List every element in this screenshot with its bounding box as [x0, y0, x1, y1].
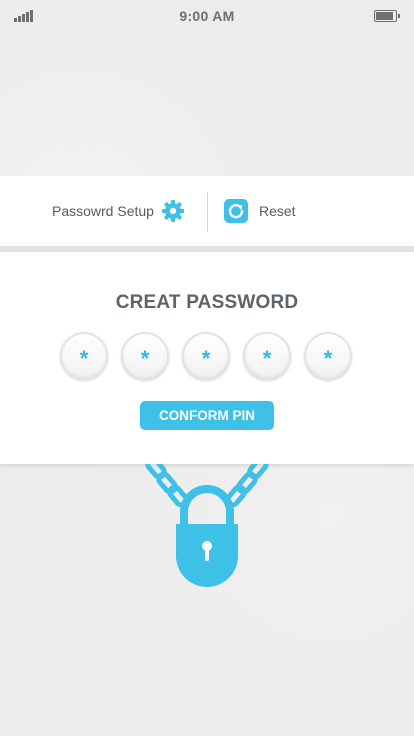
gear-icon [161, 199, 185, 223]
pin-digit-3[interactable]: * [182, 332, 230, 380]
battery-icon [374, 10, 400, 22]
pin-digit-4[interactable]: * [243, 332, 291, 380]
app-screen: 9:00 AM Passowrd Setup Reset CREAT PASSW… [0, 0, 414, 736]
status-time: 9:00 AM [179, 8, 235, 24]
setup-toolbar: Passowrd Setup Reset [0, 176, 414, 246]
pin-digit-mask: * [201, 346, 211, 371]
reset-button[interactable]: Reset [224, 199, 296, 223]
pin-digit-mask: * [323, 346, 333, 371]
create-password-card: CREAT PASSWORD * * * * * CONFORM PIN [0, 252, 414, 464]
reset-label: Reset [259, 203, 296, 219]
status-bar: 9:00 AM [0, 0, 414, 32]
pin-digit-1[interactable]: * [60, 332, 108, 380]
pin-digit-mask: * [140, 346, 150, 371]
padlock-chain-icon [140, 456, 274, 588]
pin-digit-5[interactable]: * [304, 332, 352, 380]
toolbar-divider [207, 192, 208, 232]
pin-digit-2[interactable]: * [121, 332, 169, 380]
pin-digit-mask: * [79, 346, 89, 371]
page-title: CREAT PASSWORD [115, 292, 299, 313]
confirm-pin-button[interactable]: CONFORM PIN [140, 401, 274, 430]
password-setup-label: Passowrd Setup [52, 203, 154, 219]
refresh-icon [224, 199, 248, 223]
pin-digit-mask: * [262, 346, 272, 371]
password-setup-button[interactable]: Passowrd Setup [52, 199, 185, 223]
